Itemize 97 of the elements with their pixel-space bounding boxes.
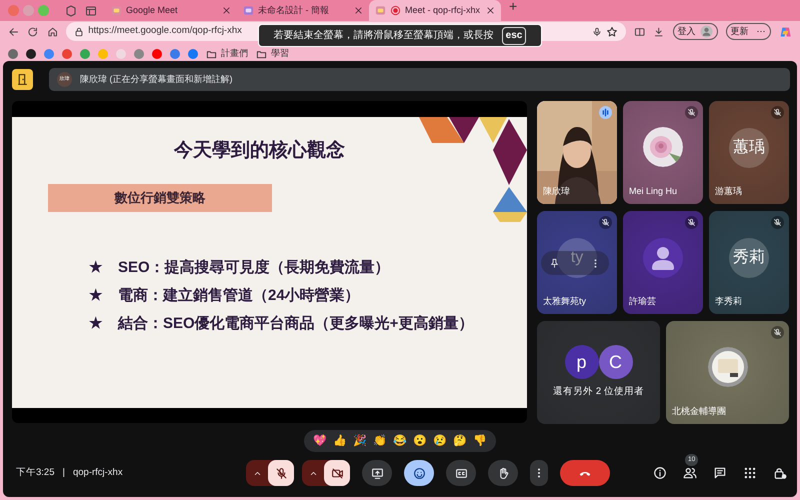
captions-icon	[454, 466, 468, 480]
new-tab-button[interactable]: +	[509, 0, 518, 17]
window-icon[interactable]	[85, 4, 97, 16]
participant-name: Mei Ling Hu	[629, 184, 678, 198]
participant-name: 太雅舞苑ty	[543, 294, 586, 308]
tab-title: Meet - qop-rfcj-xhx	[405, 4, 482, 17]
reaction-button[interactable]: 👎	[470, 432, 490, 450]
update-label: 更新	[730, 27, 749, 36]
meeting-time: 下午3:25	[16, 466, 54, 480]
microphone-icon[interactable]	[592, 26, 602, 36]
reaction-button[interactable]: 👏	[370, 432, 390, 450]
participant-tile[interactable]: 許瑜芸	[623, 211, 703, 314]
activities-icon[interactable]	[743, 466, 757, 480]
close-icon[interactable]	[222, 6, 231, 15]
leave-door-button[interactable]	[12, 69, 33, 90]
tab-favicon-icon	[243, 5, 254, 16]
sign-in-button[interactable]: 登入	[672, 23, 718, 40]
participant-tile[interactable]: 秀莉 李秀莉	[709, 211, 789, 314]
list-marker-text: ★	[89, 258, 102, 278]
reaction-button[interactable]: 💖	[310, 432, 330, 450]
toast-message: 若要結束全螢幕，請將滑鼠移至螢幕頂端，或長按	[274, 28, 494, 43]
participant-tile[interactable]: Mei Ling Hu	[623, 101, 703, 204]
participant-avatar: p	[564, 345, 598, 380]
avatar-initials: 秀莉	[729, 238, 769, 278]
pin-icon[interactable]	[549, 258, 560, 268]
reaction-button[interactable]: 😮	[410, 432, 430, 450]
tab-title: 未命名設計 - 簡報	[258, 4, 330, 17]
participant-name: 李秀莉	[715, 294, 742, 308]
slide-section-heading: 數位行銷雙策略	[48, 184, 272, 212]
bullet-text: 電商：建立銷售管道（24小時營業）	[118, 286, 360, 306]
microphone-off-icon	[274, 466, 288, 480]
info-icon[interactable]	[653, 466, 667, 480]
bookmark-folder[interactable]: 學習	[256, 47, 289, 61]
participant-tile[interactable]: 蕙瑀 游蕙瑀	[709, 101, 789, 204]
camera-button[interactable]	[324, 460, 350, 486]
back-icon[interactable]	[8, 26, 20, 38]
site-info-icon[interactable]	[74, 26, 84, 36]
bookmark-folder[interactable]: 計畫們	[206, 47, 248, 61]
bullet-text: SEO：提高搜尋可見度（長期免費流量）	[118, 258, 390, 278]
reaction-button[interactable]: 😢	[430, 432, 450, 450]
separator-text: |	[62, 466, 65, 480]
tab-title: Google Meet	[126, 4, 179, 17]
avatar-initials: ty	[557, 238, 597, 278]
list-marker-text: ★	[89, 286, 102, 306]
reactions-button[interactable]	[404, 460, 434, 486]
reaction-button[interactable]: 🎉	[350, 432, 370, 450]
leave-call-button[interactable]	[560, 460, 610, 486]
meeting-code: qop-rfcj-xhx	[72, 466, 123, 480]
slide-title: 今天學到的核心觀念	[172, 138, 346, 162]
browser-tab[interactable]: Google Meet	[105, 0, 237, 21]
smiley-icon	[412, 466, 426, 480]
update-button[interactable]: 更新 ⋯	[726, 23, 771, 40]
home-icon[interactable]	[46, 26, 58, 38]
more-options-button[interactable]	[530, 460, 548, 486]
reaction-button[interactable]: 😂	[390, 432, 410, 450]
close-icon[interactable]	[486, 6, 495, 15]
participant-name: 北桃金輔導團	[672, 404, 726, 418]
close-icon[interactable]	[354, 6, 363, 15]
tab-favicon-icon	[375, 5, 386, 16]
more-icon: ⋯	[756, 27, 766, 36]
reload-icon[interactable]	[27, 26, 39, 38]
more-participants-text: 還有另外 2 位使用者	[553, 385, 644, 400]
profile-avatar-icon	[700, 25, 713, 38]
avatar-initials: 蕙瑀	[729, 128, 769, 168]
people-icon[interactable]	[683, 466, 697, 480]
present-screen-icon	[370, 466, 384, 480]
reaction-button[interactable]: 🤔	[450, 432, 470, 450]
browser-tab[interactable]: 未命名設計 - 簡報	[237, 0, 369, 21]
download-icon[interactable]	[653, 26, 665, 38]
bullet-text: 結合：SEO優化電商平台商品（更多曝光+更高銷量）	[118, 314, 474, 334]
participant-name: 游蕙瑀	[715, 184, 742, 198]
chat-icon[interactable]	[713, 466, 727, 480]
esc-key: esc	[502, 26, 526, 44]
url-text: https://meet.google.com/qop-rfcj-xhx	[88, 24, 242, 38]
participant-tile[interactable]: 北桃金輔導團	[666, 321, 789, 424]
participant-avatar: C	[598, 345, 632, 380]
camera-off-icon	[330, 466, 344, 480]
participant-name: 許瑜芸	[629, 294, 656, 308]
door-icon	[16, 73, 29, 86]
present-screen-button[interactable]	[362, 460, 392, 486]
avatar-person-icon	[643, 238, 683, 278]
split-view-icon[interactable]	[634, 26, 646, 38]
participant-tile[interactable]: p C 還有另外 2 位使用者	[537, 321, 660, 424]
mic-button[interactable]	[268, 460, 294, 486]
tab-favicon-icon	[111, 5, 122, 16]
bookmark-icon[interactable]	[26, 49, 36, 59]
reaction-button[interactable]: 👍	[330, 432, 350, 450]
list-marker-text: ★	[89, 314, 102, 334]
folder-icon	[256, 48, 267, 60]
host-controls-icon[interactable]	[773, 466, 787, 480]
star-icon[interactable]	[606, 26, 618, 38]
raise-hand-button[interactable]	[488, 460, 518, 486]
folder-icon	[206, 48, 217, 60]
presenter-status: 陳欣瑋 (正在分享螢幕畫面和新增註解)	[80, 72, 232, 86]
browser-tab[interactable]: Meet - qop-rfcj-xhx	[369, 0, 501, 21]
captions-button[interactable]	[446, 460, 476, 486]
participant-tile[interactable]: ty 太雅舞苑ty	[537, 211, 617, 314]
